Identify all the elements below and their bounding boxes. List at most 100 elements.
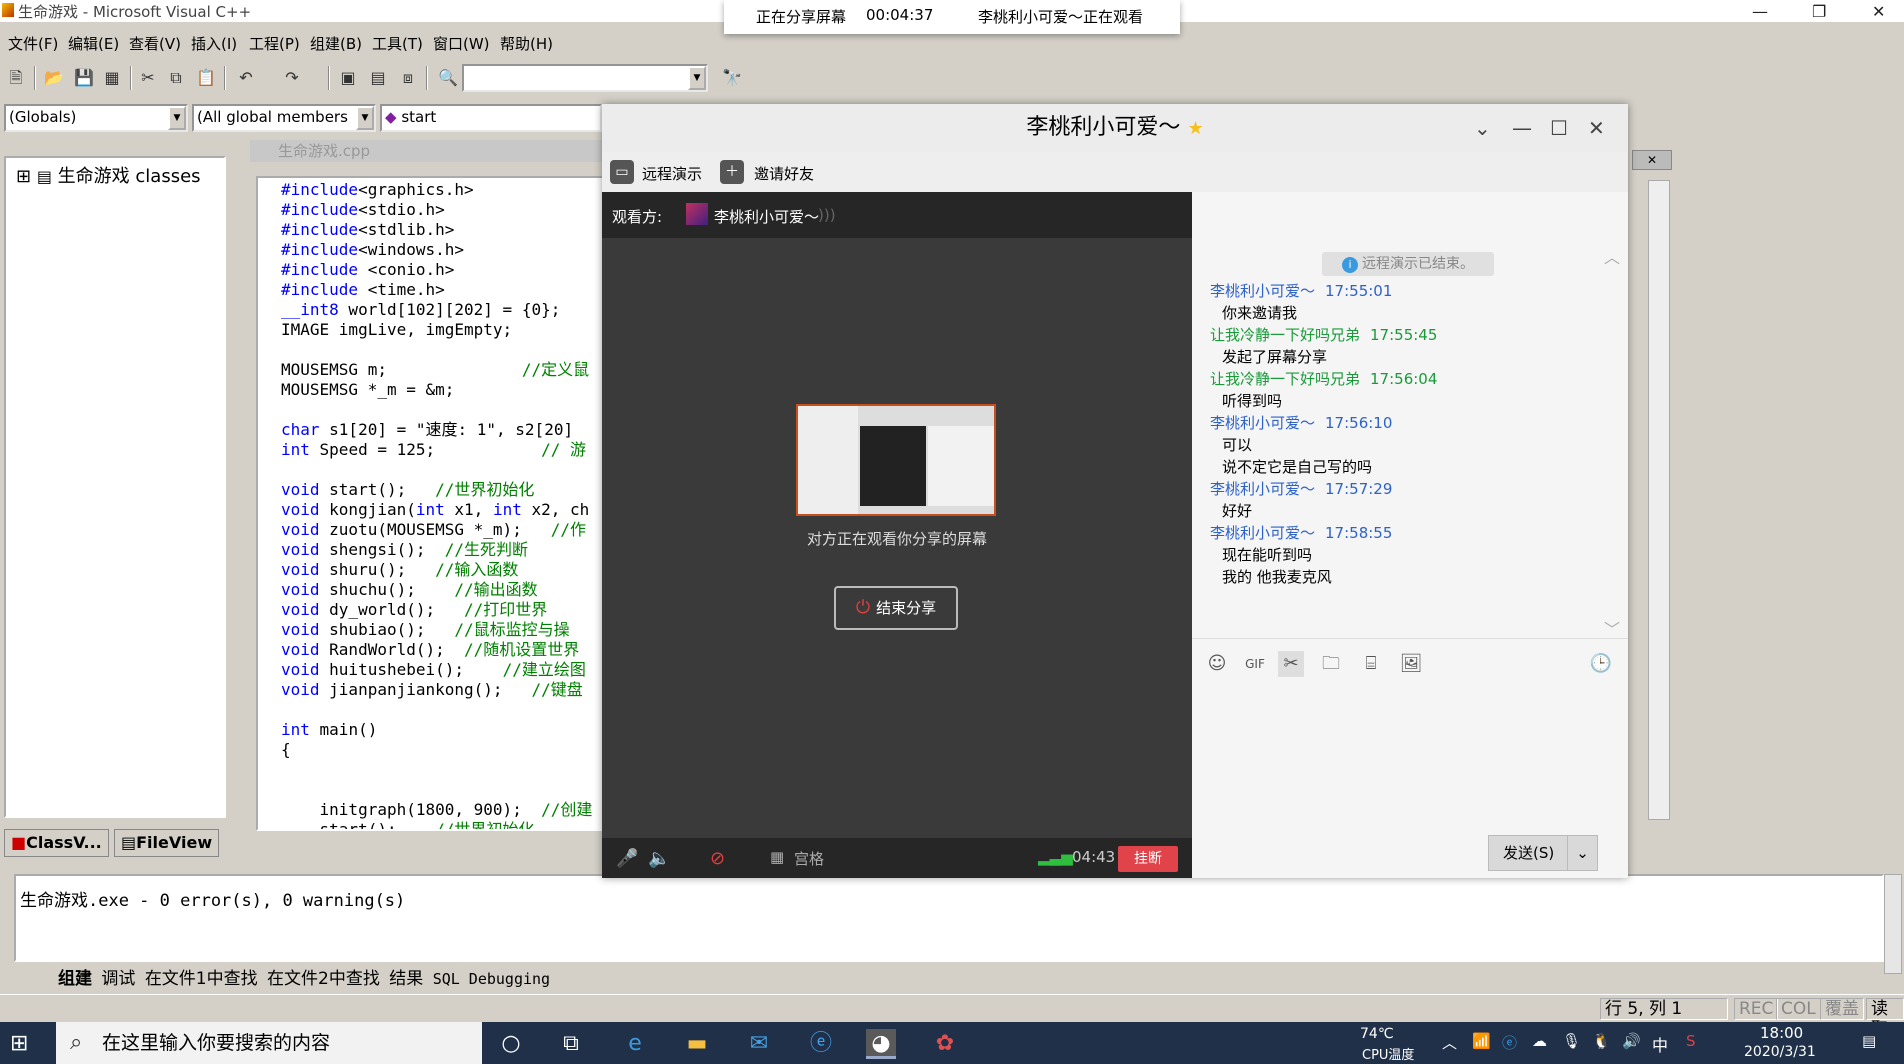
tree-root-node[interactable]: ⊞ ▤ 生命游戏 classes xyxy=(16,162,201,188)
workspace-icon[interactable]: ▣ xyxy=(336,66,360,90)
volume-icon[interactable]: 🔊 xyxy=(1622,1032,1641,1050)
menu-tools[interactable]: 工具(T) xyxy=(372,33,423,54)
invite-friend-button[interactable]: 邀请好友 xyxy=(754,163,814,184)
gif-icon[interactable]: GIF xyxy=(1242,651,1268,677)
tab-classview[interactable]: ■ClassV... xyxy=(4,829,109,857)
menu-edit[interactable]: 编辑(E) xyxy=(68,33,119,54)
chat-input-area[interactable]: ☺ GIF ✂ 🗀 ⌸ 🖼 🕒 发送(S) ⌄ xyxy=(1192,638,1628,878)
mic-tray-icon[interactable]: 🎙 xyxy=(1562,1032,1581,1050)
menu-help[interactable]: 帮助(H) xyxy=(500,33,553,54)
tab-find2[interactable]: 在文件2中查找 xyxy=(267,969,380,989)
remote-demo-button[interactable]: 远程演示 xyxy=(642,163,702,184)
image-icon[interactable]: 🖼 xyxy=(1398,651,1424,677)
close-icon[interactable]: ✕ xyxy=(1588,104,1605,152)
end-share-button[interactable]: ⏻ 结束分享 xyxy=(834,586,958,630)
camera-off-icon[interactable]: ⊘ xyxy=(710,848,725,869)
sogou-icon[interactable]: S xyxy=(1686,1032,1696,1050)
minimize-icon[interactable]: — xyxy=(1512,104,1532,152)
menu-build[interactable]: 组建(B) xyxy=(310,33,362,54)
find-in-files-icon[interactable]: 🔍 xyxy=(436,66,460,90)
code-line: void zuotu(MOUSEMSG *_m); //作 xyxy=(281,520,586,539)
open-icon[interactable]: 📂 xyxy=(42,66,66,90)
task-view-icon[interactable]: ⧉ xyxy=(556,1029,586,1059)
ie-icon[interactable]: ⓔ xyxy=(806,1029,836,1059)
members-combo[interactable]: (All global members ▼ xyxy=(192,104,376,132)
paste-icon[interactable]: 📋 xyxy=(194,66,218,90)
cortana-icon[interactable]: ○ xyxy=(496,1029,526,1059)
clock-time[interactable]: 18:00 xyxy=(1760,1024,1803,1042)
ie-tray-icon[interactable]: ⓔ xyxy=(1502,1032,1517,1053)
scroll-up-icon[interactable]: ︿ xyxy=(1604,244,1620,268)
chat-history[interactable]: i 远程演示已结束。 ︿ 李桃利小可爱～ 17:55:01 你来邀请我 让我冷静一下好吗… xyxy=(1192,192,1628,638)
edge-icon[interactable]: e xyxy=(620,1029,650,1059)
hangup-button[interactable]: 挂断 xyxy=(1118,846,1178,872)
minimize-icon[interactable]: — xyxy=(1752,2,1768,21)
onedrive-icon[interactable]: ☁ xyxy=(1532,1032,1547,1050)
save-icon[interactable]: 💾 xyxy=(72,66,96,90)
vc-app-icon xyxy=(2,3,14,17)
notification-icon[interactable]: ▤ xyxy=(1862,1032,1876,1050)
maximize-icon[interactable]: ☐ xyxy=(1550,104,1568,152)
remote-ended-notice: i 远程演示已结束。 xyxy=(1322,252,1494,276)
qq-tray-icon[interactable]: 🐧 xyxy=(1592,1032,1611,1050)
microphone-icon[interactable]: 🎤 xyxy=(616,848,638,869)
editor-close-button[interactable]: ✕ xyxy=(1632,150,1672,170)
restore-icon[interactable]: ❐ xyxy=(1812,2,1826,21)
network-icon[interactable]: 📶 xyxy=(1472,1032,1491,1050)
emoji-icon[interactable]: ☺ xyxy=(1204,651,1230,677)
qq-taskbar-icon[interactable]: ◕ xyxy=(866,1029,896,1059)
send-button[interactable]: 发送(S) ⌄ xyxy=(1488,835,1598,871)
code-line: void shuru(); //输入函数 xyxy=(281,560,519,579)
clock-date[interactable]: 2020/3/31 xyxy=(1744,1044,1816,1060)
find-combo[interactable]: ▼ xyxy=(462,64,708,92)
find-icon[interactable]: 🔭 xyxy=(720,66,744,90)
scissors-icon[interactable]: ✂ xyxy=(1278,651,1304,677)
tab-build[interactable]: 组建 xyxy=(58,969,92,989)
menu-file[interactable]: 文件(F) xyxy=(8,33,58,54)
redo-icon[interactable]: ↷ xyxy=(280,66,304,90)
scroll-down-icon[interactable]: ﹀ xyxy=(1604,616,1620,638)
code-line: initgraph(1800, 900); //创建 xyxy=(281,800,593,819)
mail-icon[interactable]: ✉ xyxy=(744,1029,774,1059)
output-icon[interactable]: ▤ xyxy=(366,66,390,90)
viewer-name: 李桃利小可爱～ xyxy=(714,208,820,226)
tab-find1[interactable]: 在文件1中查找 xyxy=(145,969,258,989)
menu-view[interactable]: 查看(V) xyxy=(129,33,181,54)
tab-debug[interactable]: 调试 xyxy=(101,969,135,989)
close-icon[interactable]: ✕ xyxy=(1872,2,1885,21)
chat-message-text: 好好 xyxy=(1222,502,1253,520)
menu-window[interactable]: 窗口(W) xyxy=(433,33,490,54)
file-explorer-icon[interactable]: ▬ xyxy=(682,1029,712,1059)
folder-icon[interactable]: 🗀 xyxy=(1318,651,1344,677)
grid-button[interactable]: 宫格 xyxy=(794,848,824,869)
class-tree[interactable]: ⊞ ▤ 生命游戏 classes xyxy=(4,156,226,818)
undo-icon[interactable]: ↶ xyxy=(234,66,258,90)
menu-insert[interactable]: 插入(I) xyxy=(191,33,237,54)
copy-icon[interactable]: ⧉ xyxy=(164,66,188,90)
output-vscroll[interactable] xyxy=(1884,874,1902,974)
windows-start-icon[interactable]: ⊞ xyxy=(10,1033,32,1055)
new-text-file-icon[interactable]: 🗎 xyxy=(4,66,28,90)
vc-status-bar: 行 5, 列 1 REC COL 覆盖 读取 xyxy=(0,994,1904,1039)
tab-results[interactable]: 结果 xyxy=(389,969,423,989)
chevron-down-icon[interactable]: ⌄ xyxy=(1474,104,1491,152)
taskbar-search[interactable]: ⌕ 在这里输入你要搜索的内容 xyxy=(56,1022,482,1064)
editor-vscroll[interactable] xyxy=(1648,180,1670,820)
save-all-icon[interactable]: ▦ xyxy=(100,66,124,90)
tab-fileview[interactable]: ▤FileView xyxy=(114,829,220,857)
ime-indicator[interactable]: 中 xyxy=(1652,1032,1668,1056)
menu-project[interactable]: 工程(P) xyxy=(249,33,300,54)
send-options-chevron-icon[interactable]: ⌄ xyxy=(1567,836,1597,870)
code-line: void shengsi(); //生死判断 xyxy=(281,540,529,559)
speaker-icon[interactable]: 🔈 xyxy=(648,848,670,869)
gift-icon[interactable]: ⌸ xyxy=(1358,651,1384,677)
windows-icon[interactable]: ⧈ xyxy=(396,66,420,90)
tab-sql-debugging[interactable]: SQL Debugging xyxy=(433,970,550,988)
function-combo[interactable]: ◆ start xyxy=(380,104,602,132)
chat-message-header: 李桃利小可爱～ 17:56:10 xyxy=(1210,414,1393,432)
history-clock-icon[interactable]: 🕒 xyxy=(1588,651,1614,677)
tray-chevron-icon[interactable]: ︿ xyxy=(1442,1032,1457,1053)
class-combo[interactable]: (Globals) ▼ xyxy=(4,104,188,132)
vc-taskbar-icon[interactable]: ✿ xyxy=(930,1029,960,1059)
cut-icon[interactable]: ✂ xyxy=(136,66,160,90)
